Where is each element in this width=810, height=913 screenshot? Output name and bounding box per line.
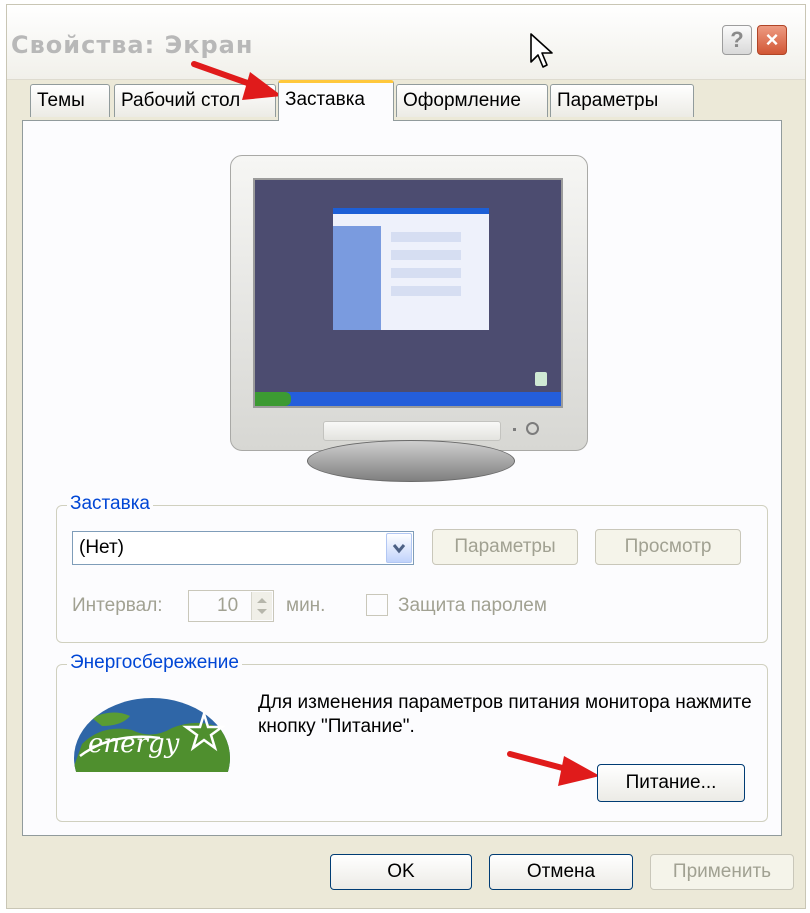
mouse-cursor-icon — [530, 33, 553, 68]
tab-themes[interactable]: Темы — [30, 84, 110, 117]
screensaver-settings-button[interactable]: Параметры — [432, 529, 578, 565]
energy-logo-text: energy — [88, 729, 180, 759]
tab-settings[interactable]: Параметры — [550, 84, 694, 117]
red-arrow-icon — [191, 61, 282, 100]
interval-stepper[interactable]: 10 — [188, 590, 274, 622]
screensaver-preview-button[interactable]: Просмотр — [595, 529, 741, 565]
screensaver-select[interactable]: (Нет) — [72, 531, 414, 565]
energy-group-label: Энергосбережение — [67, 652, 242, 674]
screensaver-group: Заставка — [56, 493, 768, 643]
monitor-preview — [230, 155, 588, 451]
apply-button[interactable]: Применить — [650, 854, 794, 890]
close-button[interactable]: × — [757, 25, 787, 55]
monitor-stand — [307, 440, 515, 482]
energy-description: Для изменения параметров питания монитор… — [258, 692, 752, 737]
start-button-thumbnail — [255, 392, 291, 406]
preview-screen — [253, 178, 563, 408]
screensaver-group-label: Заставка — [67, 493, 153, 515]
password-checkbox[interactable] — [366, 594, 388, 616]
tab-screensaver[interactable]: Заставка — [278, 80, 394, 121]
monitor-drive-slot — [323, 421, 501, 441]
ok-button[interactable]: OK — [330, 854, 472, 890]
interval-label: Интервал: — [72, 595, 163, 616]
cancel-button[interactable]: Отмена — [489, 854, 633, 890]
window-title: Свойства: Экран — [11, 31, 254, 59]
recycle-bin-icon — [535, 372, 547, 386]
power-button[interactable]: Питание... — [597, 764, 745, 802]
monitor-power-icon — [526, 422, 539, 435]
chevron-down-icon[interactable] — [386, 533, 412, 563]
stepper-arrows-icon[interactable] — [251, 592, 272, 620]
password-label: Защита паролем — [398, 595, 547, 616]
preview-taskbar — [255, 392, 561, 406]
energy-star-logo: energy — [72, 694, 232, 772]
tab-appearance[interactable]: Оформление — [396, 84, 548, 117]
title-bar[interactable]: Свойства: Экран ? × — [7, 5, 805, 80]
interval-unit: мин. — [286, 595, 326, 616]
screensaver-selected-value: (Нет) — [79, 537, 125, 558]
help-button[interactable]: ? — [722, 25, 752, 55]
preview-window-thumbnail — [333, 208, 489, 330]
interval-value: 10 — [217, 595, 239, 616]
red-arrow-icon — [507, 751, 600, 786]
